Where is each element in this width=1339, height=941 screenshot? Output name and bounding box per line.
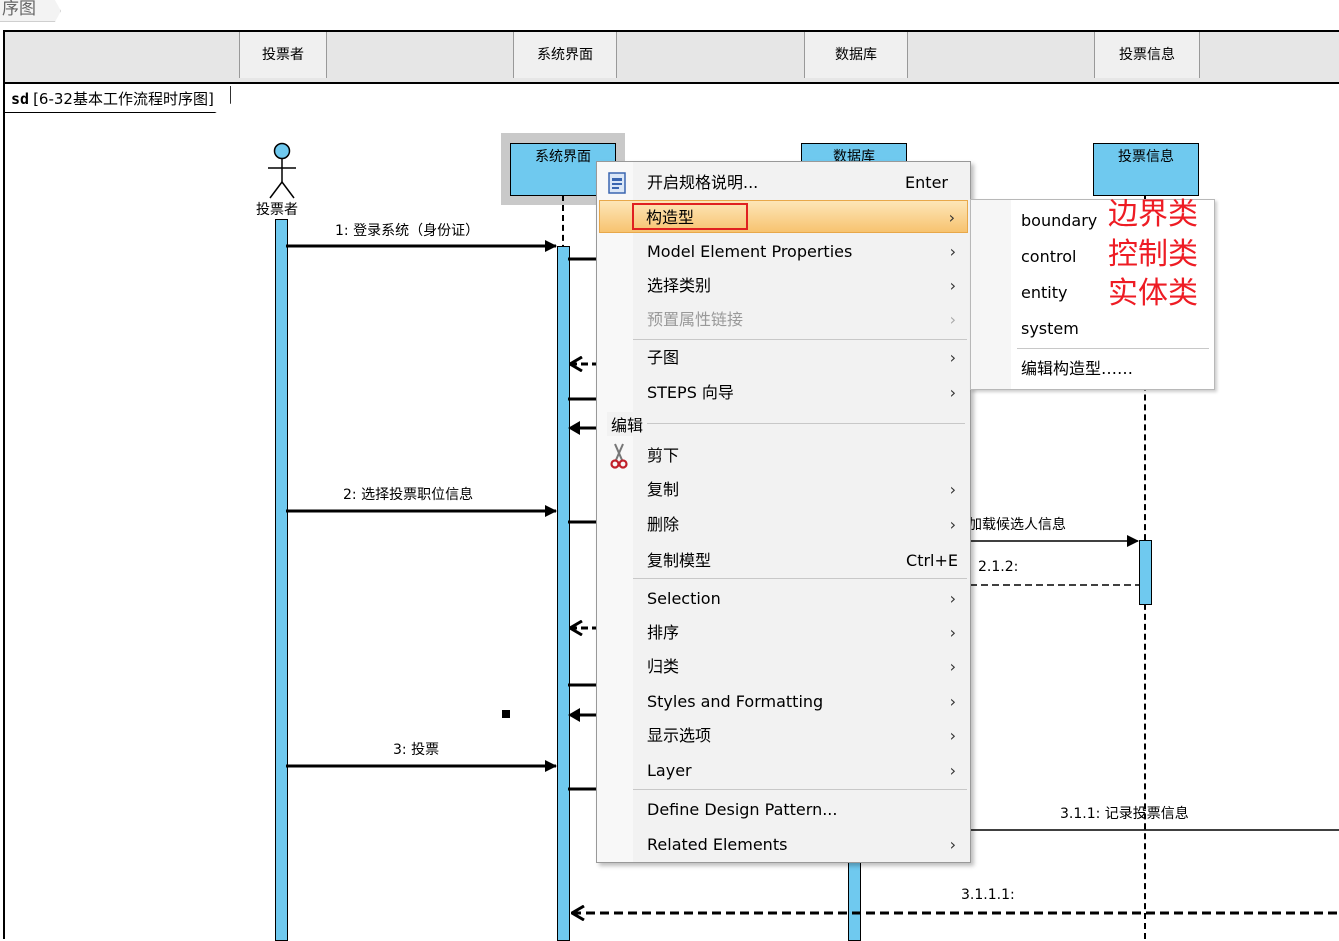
menu-item-label: 归类: [647, 657, 680, 676]
menu-item-subdiagram[interactable]: 子图 ›: [599, 341, 968, 374]
menu-item-label: 子图: [647, 348, 680, 367]
chevron-right-icon: ›: [949, 623, 956, 642]
msg-label-3[interactable]: 3: 投票: [393, 739, 439, 759]
submenu-item-edit-stereotype[interactable]: 编辑构造型……: [1021, 354, 1133, 384]
menu-item-label: 删除: [647, 515, 680, 534]
menu-item-select-category[interactable]: 选择类别 ›: [599, 269, 968, 302]
submenu-item-system[interactable]: system: [1021, 314, 1079, 344]
submenu-item-control[interactable]: control: [1021, 242, 1076, 272]
menu-item-selection[interactable]: Selection ›: [599, 582, 968, 615]
menu-item-stereotype[interactable]: 构造型 ›: [599, 200, 968, 233]
chevron-right-icon: ›: [949, 480, 956, 499]
annotation-control-class: 控制类: [1108, 237, 1198, 272]
chevron-right-icon: ›: [949, 276, 956, 295]
annotation-boundary-class: 边界类: [1108, 197, 1198, 232]
menu-item-label: 复制: [647, 480, 680, 499]
submenu-separator: [1017, 348, 1209, 349]
menu-item-display-options[interactable]: 显示选项 ›: [599, 719, 968, 752]
menu-item-model-element-properties[interactable]: Model Element Properties ›: [599, 235, 968, 268]
chevron-right-icon: ›: [949, 310, 956, 329]
menu-item-open-spec[interactable]: 开启规格说明... Enter: [599, 166, 968, 199]
section-rule: [647, 423, 965, 424]
chevron-right-icon: ›: [949, 383, 956, 402]
chevron-right-icon: ›: [949, 515, 956, 534]
menu-item-label: 显示选项: [647, 726, 712, 745]
chevron-right-icon: ›: [949, 348, 956, 367]
chevron-right-icon: ›: [949, 761, 956, 780]
menu-item-shortcut: Ctrl+E: [906, 551, 958, 570]
menu-item-label: 排序: [647, 623, 680, 642]
context-menu: 开启规格说明... Enter 构造型 › Model Element Prop…: [596, 161, 971, 863]
msg-label-1[interactable]: 1: 登录系统（身份证）: [335, 220, 479, 240]
menu-item-define-design-pattern[interactable]: Define Design Pattern...: [599, 793, 968, 826]
menu-item-label: 复制模型: [647, 551, 712, 570]
chevron-right-icon: ›: [948, 208, 955, 227]
menu-item-label: 剪下: [647, 446, 680, 465]
menu-item-label: 选择类别: [647, 276, 712, 295]
spec-icon: [608, 172, 626, 194]
menu-separator: [633, 578, 967, 579]
menu-item-preset-property-links: 预置属性链接 ›: [599, 303, 968, 336]
menu-separator: [633, 339, 967, 340]
section-header-edit: 编辑: [607, 412, 648, 436]
msg-label-load-candidates[interactable]: 加载候选人信息: [968, 514, 1066, 534]
menu-item-shortcut: Enter: [905, 173, 948, 192]
msg-label-2-1-2[interactable]: 2.1.2:: [978, 559, 1018, 575]
chevron-right-icon: ›: [949, 657, 956, 676]
menu-item-label: Define Design Pattern...: [647, 800, 838, 819]
chevron-right-icon: ›: [949, 589, 956, 608]
menu-item-label: Layer: [647, 761, 692, 780]
menu-item-delete[interactable]: 删除 ›: [599, 508, 968, 541]
submenu-item-entity[interactable]: entity: [1021, 278, 1067, 308]
menu-item-sort[interactable]: 排序 ›: [599, 616, 968, 649]
chevron-right-icon: ›: [949, 726, 956, 745]
menu-separator: [633, 789, 967, 790]
menu-item-steps-wizard[interactable]: STEPS 向导 ›: [599, 376, 968, 409]
msg-label-2[interactable]: 2: 选择投票职位信息: [343, 484, 473, 504]
menu-item-related-elements[interactable]: Related Elements ›: [599, 828, 968, 861]
menu-item-duplicate-model[interactable]: 复制模型 Ctrl+E: [599, 544, 968, 577]
chevron-right-icon: ›: [949, 242, 956, 261]
menu-item-cut[interactable]: 剪下: [599, 439, 968, 472]
submenu-gutter: [971, 200, 1011, 389]
menu-item-label: Selection: [647, 589, 721, 608]
menu-item-label: Model Element Properties: [647, 242, 853, 261]
menu-item-label: 开启规格说明...: [647, 173, 759, 192]
scissors-icon: [610, 443, 628, 469]
menu-item-label: 预置属性链接: [647, 310, 744, 329]
annotation-entity-class: 实体类: [1108, 276, 1198, 311]
menu-item-categorize[interactable]: 归类 ›: [599, 650, 968, 683]
msg-label-3-1-1-1[interactable]: 3.1.1.1:: [961, 887, 1015, 903]
menu-item-copy[interactable]: 复制 ›: [599, 473, 968, 506]
highlight-box: [632, 203, 748, 230]
menu-item-label: Related Elements: [647, 835, 788, 854]
menu-item-label: STEPS 向导: [647, 383, 734, 402]
chevron-right-icon: ›: [949, 835, 956, 854]
menu-item-layer[interactable]: Layer ›: [599, 754, 968, 787]
menu-item-label: Styles and Formatting: [647, 692, 824, 711]
chevron-right-icon: ›: [949, 692, 956, 711]
msg-label-3-1-1[interactable]: 3.1.1: 记录投票信息: [1060, 803, 1189, 823]
submenu-item-boundary[interactable]: boundary: [1021, 206, 1097, 236]
menu-item-styles-formatting[interactable]: Styles and Formatting ›: [599, 685, 968, 718]
